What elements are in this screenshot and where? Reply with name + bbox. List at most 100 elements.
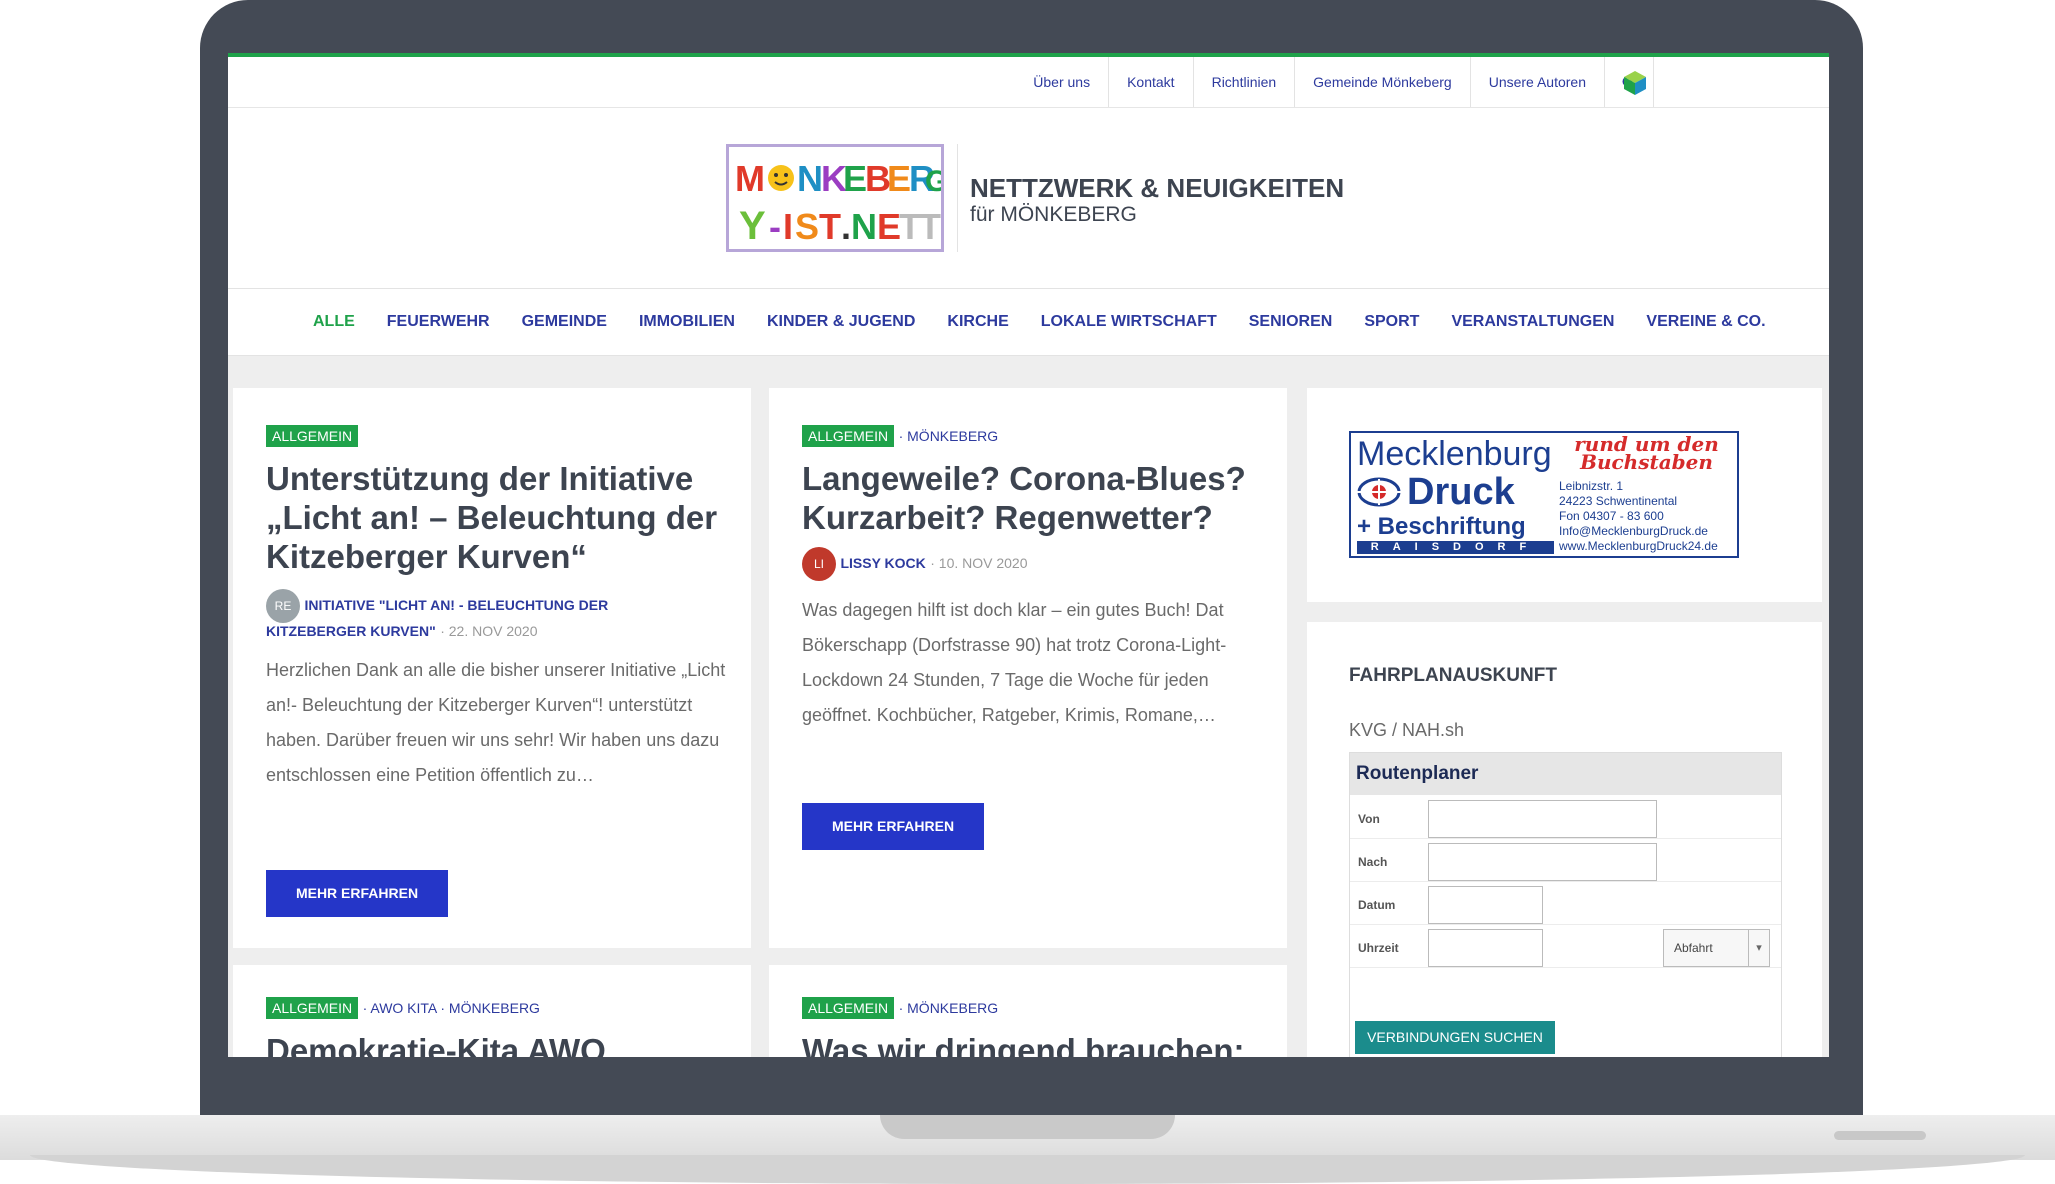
ad-address-line: 24223 Schwentinental bbox=[1559, 494, 1678, 508]
svg-text:Y: Y bbox=[739, 204, 766, 248]
svg-text:S: S bbox=[795, 206, 819, 247]
svg-text:N: N bbox=[797, 158, 823, 199]
time-input[interactable] bbox=[1428, 929, 1543, 967]
cat-senioren[interactable]: SENIOREN bbox=[1249, 289, 1333, 355]
ad-line2: Druck bbox=[1407, 471, 1515, 513]
category-badge[interactable]: ALLGEMEIN bbox=[266, 997, 359, 1019]
ad-line4: RAISDORF bbox=[1357, 541, 1554, 554]
post-categories[interactable]: · MÖNKEBERG bbox=[899, 428, 999, 444]
top-bar: Über uns Kontakt Richtlinien Gemeinde Mö… bbox=[228, 57, 1829, 108]
post-title[interactable]: Was wir dringend brauchen: bbox=[802, 1031, 1262, 1057]
cat-veranstaltungen[interactable]: VERANSTALTUNGEN bbox=[1451, 289, 1614, 355]
post-categories[interactable]: · MÖNKEBERG bbox=[899, 1000, 999, 1016]
from-input[interactable] bbox=[1428, 800, 1657, 838]
post-categories[interactable]: · AWO KITA · MÖNKEBERG bbox=[363, 1000, 540, 1016]
cat-kinder-jugend[interactable]: KINDER & JUGEND bbox=[767, 289, 915, 355]
category-badge[interactable]: ALLGEMEIN bbox=[802, 997, 895, 1019]
ad-line1: Mecklenburg bbox=[1357, 435, 1552, 473]
route-planner: Routenplaner Von Nach Datum Uhrzeit Abfa… bbox=[1349, 752, 1782, 1057]
site-tagline: für MÖNKEBERG bbox=[970, 203, 1137, 226]
post-date: 10. NOV 2020 bbox=[938, 555, 1028, 572]
svg-text:E: E bbox=[877, 206, 901, 247]
sidebar-ad: Mecklenburg Druck + Beschriftung RAISDOR… bbox=[1307, 388, 1822, 602]
svg-text:T: T bbox=[819, 206, 841, 247]
svg-text:T: T bbox=[899, 206, 921, 247]
post-excerpt: Herzlichen Dank an alle die bisher unser… bbox=[266, 660, 726, 785]
cat-feuerwehr[interactable]: FEUERWEHR bbox=[387, 289, 490, 355]
departure-select-value: Abfahrt bbox=[1674, 941, 1713, 955]
site-logo[interactable]: M N K E B E R G Y - I S T . bbox=[726, 144, 948, 252]
date-row: Datum bbox=[1350, 884, 1781, 925]
to-label: Nach bbox=[1358, 855, 1388, 869]
time-label: Uhrzeit bbox=[1358, 941, 1399, 955]
search-connections-button[interactable]: VERBINDUNGEN SUCHEN bbox=[1355, 1021, 1555, 1054]
target-icon bbox=[1357, 477, 1401, 507]
widget-title: FAHRPLANAUSKUNFT bbox=[1349, 665, 1557, 686]
svg-text:I: I bbox=[783, 206, 793, 247]
chevron-down-icon: ▾ bbox=[1748, 930, 1769, 966]
date-input[interactable] bbox=[1428, 886, 1543, 924]
svg-text:N: N bbox=[851, 206, 877, 247]
svg-text:G: G bbox=[925, 165, 941, 198]
topnav-richtlinien[interactable]: Richtlinien bbox=[1192, 57, 1295, 107]
cat-alle[interactable]: ALLE bbox=[313, 289, 355, 355]
topnav-ueber-uns[interactable]: Über uns bbox=[1015, 57, 1108, 107]
planner-title: Routenplaner bbox=[1350, 753, 1781, 795]
post-card: ALLGEMEIN · MÖNKEBERG Langeweile? Corona… bbox=[769, 388, 1287, 948]
post-card: ALLGEMEIN · MÖNKEBERG Was wir dringend b… bbox=[769, 965, 1287, 1057]
cat-sport[interactable]: SPORT bbox=[1364, 289, 1419, 355]
svg-text:E: E bbox=[887, 158, 911, 199]
post-title[interactable]: Unterstützung der Initiative „Licht an! … bbox=[266, 459, 726, 576]
post-card: ALLGEMEIN · AWO KITA · MÖNKEBERG Demokra… bbox=[233, 965, 751, 1057]
topnav-autoren[interactable]: Unsere Autoren bbox=[1469, 57, 1604, 107]
category-badge[interactable]: ALLGEMEIN bbox=[802, 425, 895, 447]
author-link[interactable]: INITIATIVE "LICHT AN! - BELEUCHTUNG DER bbox=[304, 597, 608, 613]
topnav-kontakt[interactable]: Kontakt bbox=[1108, 57, 1192, 107]
category-badge[interactable]: ALLGEMEIN bbox=[266, 425, 359, 447]
provider-label: KVG / NAH.sh bbox=[1349, 720, 1465, 740]
ad-line3: + Beschriftung bbox=[1357, 513, 1526, 540]
cat-vereine[interactable]: VEREINE & CO. bbox=[1646, 289, 1765, 355]
laptop-slot bbox=[1834, 1131, 1926, 1140]
site-header: M N K E B E R G Y - I S T . bbox=[228, 108, 1829, 289]
to-row: Nach bbox=[1350, 841, 1781, 882]
read-more-button[interactable]: MEHR ERFAHREN bbox=[802, 803, 984, 850]
cube-icon[interactable] bbox=[1622, 70, 1648, 96]
post-card: ALLGEMEIN Unterstützung der Initiative „… bbox=[233, 388, 751, 948]
svg-text:.: . bbox=[841, 206, 851, 247]
author-link[interactable]: LISSY KOCK bbox=[840, 555, 925, 571]
topnav-gemeinde[interactable]: Gemeinde Mönkeberg bbox=[1294, 57, 1470, 107]
cat-lokale-wirtschaft[interactable]: LOKALE WIRTSCHAFT bbox=[1041, 289, 1217, 355]
cat-gemeinde[interactable]: GEMEINDE bbox=[522, 289, 607, 355]
ad-address-line: Leibnizstr. 1 bbox=[1559, 479, 1624, 493]
post-excerpt: Was dagegen hilft ist doch klar – ein gu… bbox=[802, 600, 1227, 725]
logo-divider bbox=[957, 144, 958, 252]
ad-slogan: rund um den Buchstaben bbox=[1574, 432, 1719, 474]
ad-banner[interactable]: Mecklenburg Druck + Beschriftung RAISDOR… bbox=[1349, 431, 1739, 558]
svg-text:-: - bbox=[769, 206, 781, 247]
to-input[interactable] bbox=[1428, 843, 1657, 881]
laptop-notch bbox=[880, 1115, 1175, 1139]
timetable-widget: FAHRPLANAUSKUNFT KVG / NAH.sh Routenplan… bbox=[1307, 622, 1822, 1057]
svg-text:M: M bbox=[735, 158, 765, 199]
laptop-base-edge bbox=[30, 1155, 2025, 1184]
author-avatar: RE bbox=[266, 588, 300, 623]
author-avatar: LI bbox=[802, 547, 836, 581]
post-title[interactable]: Langeweile? Corona-Blues? Kurzarbeit? Re… bbox=[802, 459, 1262, 537]
ad-phone: Fon 04307 - 83 600 bbox=[1559, 509, 1664, 523]
browser-screen: Über uns Kontakt Richtlinien Gemeinde Mö… bbox=[228, 53, 1829, 1057]
author-link-cont[interactable]: KITZEBERGER KURVEN" bbox=[266, 623, 436, 639]
departure-select[interactable]: Abfahrt ▾ bbox=[1663, 929, 1770, 967]
top-navigation: Über uns Kontakt Richtlinien Gemeinde Mö… bbox=[1015, 57, 1654, 107]
svg-text:E: E bbox=[843, 158, 867, 199]
date-label: Datum bbox=[1358, 898, 1396, 912]
post-date: 22. NOV 2020 bbox=[448, 623, 538, 639]
category-navigation: ALLE FEUERWEHR GEMEINDE IMMOBILIEN KINDE… bbox=[228, 289, 1829, 356]
cat-immobilien[interactable]: IMMOBILIEN bbox=[639, 289, 735, 355]
ad-website: www.MecklenburgDruck24.de bbox=[1559, 539, 1718, 553]
post-title[interactable]: Demokratie-Kita AWO bbox=[266, 1031, 726, 1057]
time-row: Uhrzeit Abfahrt ▾ bbox=[1350, 927, 1781, 968]
ad-email: Info@MecklenburgDruck.de bbox=[1559, 524, 1708, 538]
read-more-button[interactable]: MEHR ERFAHREN bbox=[266, 870, 448, 917]
cat-kirche[interactable]: KIRCHE bbox=[947, 289, 1008, 355]
